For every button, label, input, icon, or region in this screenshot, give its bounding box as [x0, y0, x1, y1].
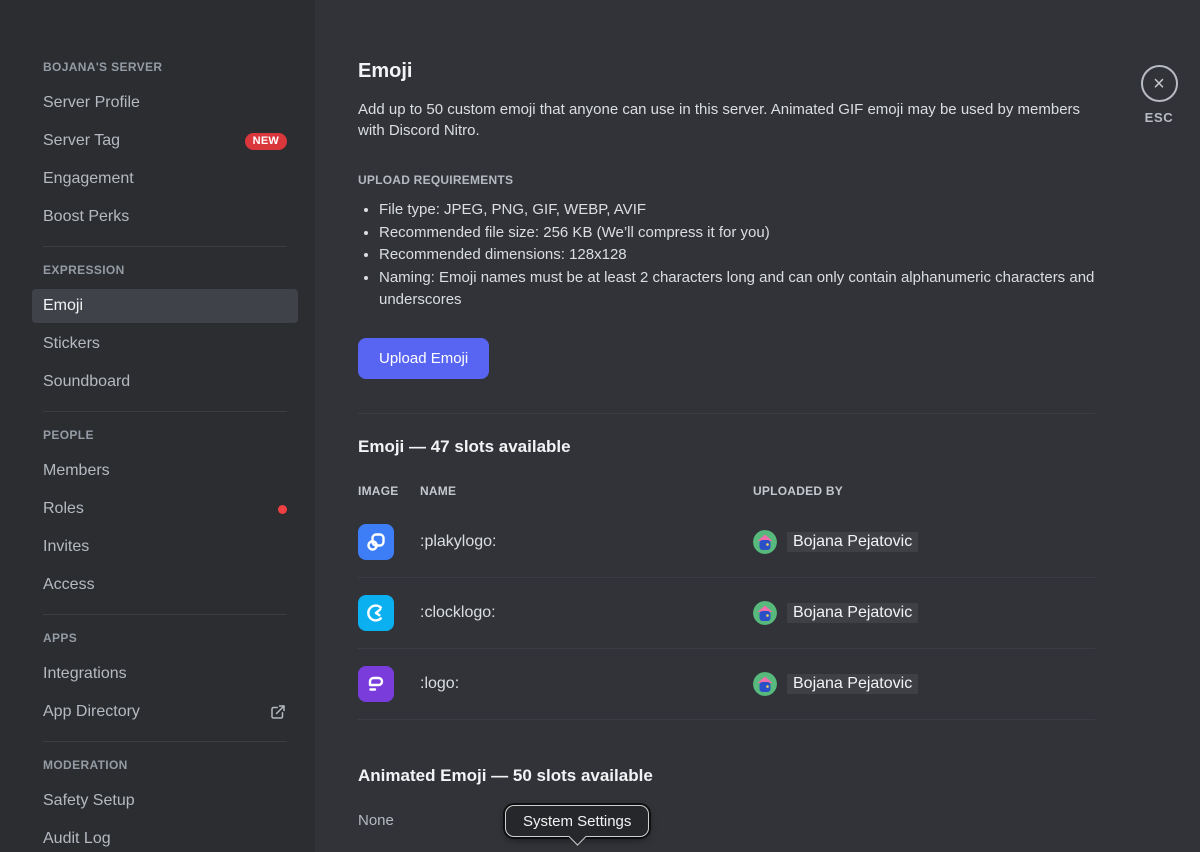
uploader-avatar [753, 672, 777, 696]
system-settings-tooltip: System Settings [505, 805, 649, 837]
sidebar-item-safety-setup[interactable]: Safety Setup [32, 784, 298, 818]
uploaded-by-cell: Bojana Pejatovic [753, 601, 1095, 625]
sidebar-item-members[interactable]: Members [32, 454, 298, 488]
page-description: Add up to 50 custom emoji that anyone ca… [358, 99, 1095, 141]
sidebar-item-label: Members [43, 462, 110, 480]
sidebar-item-label: Safety Setup [43, 792, 135, 810]
uploaded-by-cell: Bojana Pejatovic [753, 530, 1095, 554]
sidebar-item-integrations[interactable]: Integrations [32, 657, 298, 691]
requirement-item: Recommended file size: 256 KB (We’ll com… [379, 222, 1095, 245]
uploader-avatar [753, 601, 777, 625]
uploader-name: Bojana Pejatovic [787, 532, 918, 552]
sidebar-item-label: Roles [43, 500, 84, 518]
clockify-logo-icon [358, 595, 394, 631]
sidebar-item-label: Emoji [43, 297, 83, 315]
close-icon[interactable]: × [1141, 65, 1178, 102]
sidebar-item-server-tag[interactable]: Server Tag NEW [32, 124, 298, 158]
column-header-image: IMAGE [358, 484, 420, 498]
sidebar-section-header: BOJANA'S SERVER [32, 60, 298, 74]
sidebar-item-label: Server Tag [43, 132, 120, 150]
sidebar-section-apps: APPS Integrations App Directory [32, 614, 298, 729]
sidebar-item-boost-perks[interactable]: Boost Perks [32, 200, 298, 234]
external-link-icon [269, 703, 287, 721]
plaky-logo-icon [358, 524, 394, 560]
animated-emoji-heading: Animated Emoji — 50 slots available [358, 766, 1095, 786]
sidebar-section-server: BOJANA'S SERVER Server Profile Server Ta… [32, 60, 298, 234]
sidebar-item-server-profile[interactable]: Server Profile [32, 86, 298, 120]
sidebar-item-emoji[interactable]: Emoji [32, 289, 298, 323]
sidebar-item-label: Stickers [43, 335, 100, 353]
sidebar-item-invites[interactable]: Invites [32, 530, 298, 564]
emoji-slots-heading: Emoji — 47 slots available [358, 437, 1095, 457]
animated-emoji-empty-label: None [358, 812, 1095, 829]
emoji-name[interactable]: :plakylogo: [420, 533, 753, 551]
sidebar-section-header: MODERATION [32, 758, 298, 772]
emoji-table-row[interactable]: :plakylogo: Bojana Pejatovic [358, 507, 1095, 578]
emoji-settings-panel: Emoji Add up to 50 custom emoji that any… [315, 0, 1200, 852]
sidebar-item-label: App Directory [43, 703, 140, 721]
esc-label: ESC [1145, 110, 1174, 125]
uploader-name: Bojana Pejatovic [787, 603, 918, 623]
column-header-name: NAME [420, 484, 753, 498]
column-header-uploaded-by: UPLOADED BY [753, 484, 1095, 498]
sidebar-item-label: Audit Log [43, 830, 111, 848]
uploader-avatar [753, 530, 777, 554]
sidebar-section-header: PEOPLE [32, 428, 298, 442]
sidebar-section-header: EXPRESSION [32, 263, 298, 277]
close-settings-button[interactable]: × ESC [1137, 65, 1181, 125]
sidebar-item-access[interactable]: Access [32, 568, 298, 602]
sidebar-item-soundboard[interactable]: Soundboard [32, 365, 298, 399]
sidebar-item-engagement[interactable]: Engagement [32, 162, 298, 196]
uploader-name: Bojana Pejatovic [787, 674, 918, 694]
sidebar-item-label: Integrations [43, 665, 127, 683]
page-title: Emoji [358, 60, 1095, 83]
sidebar-section-expression: EXPRESSION Emoji Stickers Soundboard [32, 246, 298, 399]
requirement-item: Recommended dimensions: 128x128 [379, 244, 1095, 267]
emoji-table-row[interactable]: :clocklogo: Bojana Pejatovic [358, 578, 1095, 649]
sidebar-item-audit-log[interactable]: Audit Log [32, 822, 298, 852]
divider [43, 614, 287, 615]
requirement-item: File type: JPEG, PNG, GIF, WEBP, AVIF [379, 199, 1095, 222]
settings-sidebar: BOJANA'S SERVER Server Profile Server Ta… [0, 0, 315, 852]
sidebar-item-label: Server Profile [43, 94, 140, 112]
sidebar-section-moderation: MODERATION Safety Setup Audit Log [32, 741, 298, 852]
sidebar-item-label: Soundboard [43, 373, 130, 391]
sidebar-section-header: APPS [32, 631, 298, 645]
sidebar-item-label: Engagement [43, 170, 134, 188]
new-badge: NEW [245, 133, 287, 150]
notification-dot [278, 505, 287, 514]
divider [43, 246, 287, 247]
emoji-table-header: IMAGE NAME UPLOADED BY [358, 484, 1095, 507]
uploaded-by-cell: Bojana Pejatovic [753, 672, 1095, 696]
sidebar-item-label: Invites [43, 538, 89, 556]
sidebar-item-label: Access [43, 576, 95, 594]
emoji-name[interactable]: :logo: [420, 675, 753, 693]
upload-requirements-list: File type: JPEG, PNG, GIF, WEBP, AVIF Re… [358, 199, 1095, 312]
upload-emoji-button[interactable]: Upload Emoji [358, 338, 489, 379]
pumble-logo-icon [358, 666, 394, 702]
divider [43, 411, 287, 412]
emoji-table-row[interactable]: :logo: Bojana Pejatovic [358, 649, 1095, 720]
sidebar-item-label: Boost Perks [43, 208, 129, 226]
upload-requirements-header: UPLOAD REQUIREMENTS [358, 173, 1095, 187]
sidebar-item-app-directory[interactable]: App Directory [32, 695, 298, 729]
sidebar-section-people: PEOPLE Members Roles Invites Access [32, 411, 298, 602]
divider [358, 413, 1095, 414]
sidebar-item-stickers[interactable]: Stickers [32, 327, 298, 361]
requirement-item: Naming: Emoji names must be at least 2 c… [379, 267, 1095, 312]
divider [43, 741, 287, 742]
emoji-name[interactable]: :clocklogo: [420, 604, 753, 622]
sidebar-item-roles[interactable]: Roles [32, 492, 298, 526]
